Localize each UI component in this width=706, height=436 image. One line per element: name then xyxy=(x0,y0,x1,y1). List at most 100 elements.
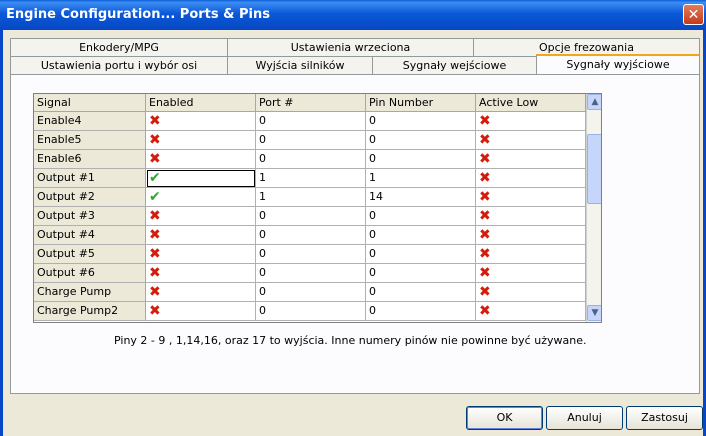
active-low-cell[interactable]: ✖ xyxy=(476,283,586,302)
x-mark-icon[interactable]: ✖ xyxy=(479,189,491,205)
pin-cell[interactable]: 0 xyxy=(366,131,476,150)
active-low-cell[interactable]: ✖ xyxy=(476,150,586,169)
enabled-cell[interactable]: ✖ xyxy=(146,150,256,169)
port-cell[interactable]: 1 xyxy=(256,169,366,188)
port-cell[interactable]: 0 xyxy=(256,112,366,131)
tab-wyjscia-silnikow[interactable]: Wyjścia silników xyxy=(227,56,373,74)
pin-cell[interactable]: 0 xyxy=(366,150,476,169)
pin-cell[interactable]: 0 xyxy=(366,226,476,245)
scroll-up-icon[interactable]: ▲ xyxy=(587,94,601,110)
enabled-cell[interactable]: ✔ xyxy=(146,188,256,207)
active-low-cell[interactable]: ✖ xyxy=(476,226,586,245)
x-mark-icon[interactable]: ✖ xyxy=(479,132,491,148)
pin-cell[interactable]: 0 xyxy=(366,302,476,321)
table-row[interactable]: Output #1 ✔ 1 1 ✖ xyxy=(34,169,586,188)
enabled-cell[interactable]: ✔ xyxy=(146,169,256,188)
tab-enkodery[interactable]: Enkodery/MPG xyxy=(10,38,228,56)
tab-sygnaly-wyjsciowe[interactable]: Sygnały wyjściowe xyxy=(536,54,700,74)
col-header-enabled[interactable]: Enabled xyxy=(146,94,256,112)
scroll-thumb[interactable] xyxy=(587,134,601,204)
pin-cell[interactable]: 0 xyxy=(366,283,476,302)
port-cell[interactable]: 0 xyxy=(256,131,366,150)
x-mark-icon[interactable]: ✖ xyxy=(479,113,491,129)
table-row[interactable]: Output #2 ✔ 1 14 ✖ xyxy=(34,188,586,207)
x-mark-icon[interactable]: ✖ xyxy=(149,151,161,167)
tab-sygnaly-wejsciowe[interactable]: Sygnały wejściowe xyxy=(372,56,537,74)
table-row[interactable]: Enable4 ✖ 0 0 ✖ xyxy=(34,112,586,131)
cancel-button[interactable]: Anuluj xyxy=(546,406,623,430)
signal-cell: Enable6 xyxy=(34,150,146,169)
enabled-cell[interactable]: ✖ xyxy=(146,245,256,264)
table-row[interactable]: Output #3 ✖ 0 0 ✖ xyxy=(34,207,586,226)
pin-cell[interactable]: 0 xyxy=(366,264,476,283)
enabled-cell[interactable]: ✖ xyxy=(146,112,256,131)
port-cell[interactable]: 0 xyxy=(256,226,366,245)
pin-cell[interactable]: 0 xyxy=(366,112,476,131)
port-cell[interactable]: 0 xyxy=(256,207,366,226)
x-mark-icon[interactable]: ✖ xyxy=(149,246,161,262)
port-cell[interactable]: 0 xyxy=(256,264,366,283)
col-header-pin[interactable]: Pin Number xyxy=(366,94,476,112)
signal-cell: Enable5 xyxy=(34,131,146,150)
active-low-cell[interactable]: ✖ xyxy=(476,302,586,321)
port-cell[interactable]: 1 xyxy=(256,188,366,207)
x-mark-icon[interactable]: ✖ xyxy=(479,246,491,262)
signal-cell: Output #2 xyxy=(34,188,146,207)
pin-cell[interactable]: 1 xyxy=(366,169,476,188)
ok-button[interactable]: OK xyxy=(466,406,543,430)
check-icon[interactable]: ✔ xyxy=(149,189,161,205)
enabled-cell[interactable]: ✖ xyxy=(146,283,256,302)
x-mark-icon[interactable]: ✖ xyxy=(479,284,491,300)
x-mark-icon[interactable]: ✖ xyxy=(149,113,161,129)
table-row[interactable]: Enable6 ✖ 0 0 ✖ xyxy=(34,150,586,169)
table-row[interactable]: Output #4 ✖ 0 0 ✖ xyxy=(34,226,586,245)
col-header-active-low[interactable]: Active Low xyxy=(476,94,586,112)
x-mark-icon[interactable]: ✖ xyxy=(149,132,161,148)
active-low-cell[interactable]: ✖ xyxy=(476,188,586,207)
table-row[interactable]: Charge Pump2 ✖ 0 0 ✖ xyxy=(34,302,586,321)
pin-hint-text: Piny 2 - 9 , 1,14,16, oraz 17 to wyjścia… xyxy=(114,334,587,347)
pin-cell[interactable]: 14 xyxy=(366,188,476,207)
port-cell[interactable]: 0 xyxy=(256,302,366,321)
pin-cell[interactable]: 0 xyxy=(366,207,476,226)
vertical-scrollbar[interactable]: ▲ ▼ xyxy=(586,94,601,322)
active-low-cell[interactable]: ✖ xyxy=(476,112,586,131)
active-low-cell[interactable]: ✖ xyxy=(476,169,586,188)
x-mark-icon[interactable]: ✖ xyxy=(479,303,491,319)
table-row[interactable]: Charge Pump ✖ 0 0 ✖ xyxy=(34,283,586,302)
active-low-cell[interactable]: ✖ xyxy=(476,264,586,283)
x-mark-icon[interactable]: ✖ xyxy=(149,284,161,300)
port-cell[interactable]: 0 xyxy=(256,245,366,264)
enabled-cell[interactable]: ✖ xyxy=(146,264,256,283)
col-header-port[interactable]: Port # xyxy=(256,94,366,112)
x-mark-icon[interactable]: ✖ xyxy=(479,208,491,224)
check-icon[interactable]: ✔ xyxy=(149,170,161,186)
scroll-down-icon[interactable]: ▼ xyxy=(587,305,601,321)
tab-ustawienia-portu[interactable]: Ustawienia portu i wybór osi xyxy=(10,56,228,74)
port-cell[interactable]: 0 xyxy=(256,150,366,169)
pin-cell[interactable]: 0 xyxy=(366,245,476,264)
x-mark-icon[interactable]: ✖ xyxy=(149,303,161,319)
active-low-cell[interactable]: ✖ xyxy=(476,207,586,226)
col-header-signal[interactable]: Signal xyxy=(34,94,146,112)
active-low-cell[interactable]: ✖ xyxy=(476,131,586,150)
x-mark-icon[interactable]: ✖ xyxy=(149,208,161,224)
x-mark-icon[interactable]: ✖ xyxy=(149,265,161,281)
table-row[interactable]: Output #6 ✖ 0 0 ✖ xyxy=(34,264,586,283)
table-row[interactable]: Enable5 ✖ 0 0 ✖ xyxy=(34,131,586,150)
tab-ustawienia-wrzeciona[interactable]: Ustawienia wrzeciona xyxy=(227,38,474,56)
close-button[interactable]: ✕ xyxy=(683,4,704,25)
x-mark-icon[interactable]: ✖ xyxy=(479,170,491,186)
enabled-cell[interactable]: ✖ xyxy=(146,131,256,150)
port-cell[interactable]: 0 xyxy=(256,283,366,302)
enabled-cell[interactable]: ✖ xyxy=(146,302,256,321)
apply-button[interactable]: Zastosuj xyxy=(626,406,703,430)
x-mark-icon[interactable]: ✖ xyxy=(479,265,491,281)
active-low-cell[interactable]: ✖ xyxy=(476,245,586,264)
enabled-cell[interactable]: ✖ xyxy=(146,226,256,245)
x-mark-icon[interactable]: ✖ xyxy=(479,151,491,167)
enabled-cell[interactable]: ✖ xyxy=(146,207,256,226)
x-mark-icon[interactable]: ✖ xyxy=(479,227,491,243)
x-mark-icon[interactable]: ✖ xyxy=(149,227,161,243)
table-row[interactable]: Output #5 ✖ 0 0 ✖ xyxy=(34,245,586,264)
